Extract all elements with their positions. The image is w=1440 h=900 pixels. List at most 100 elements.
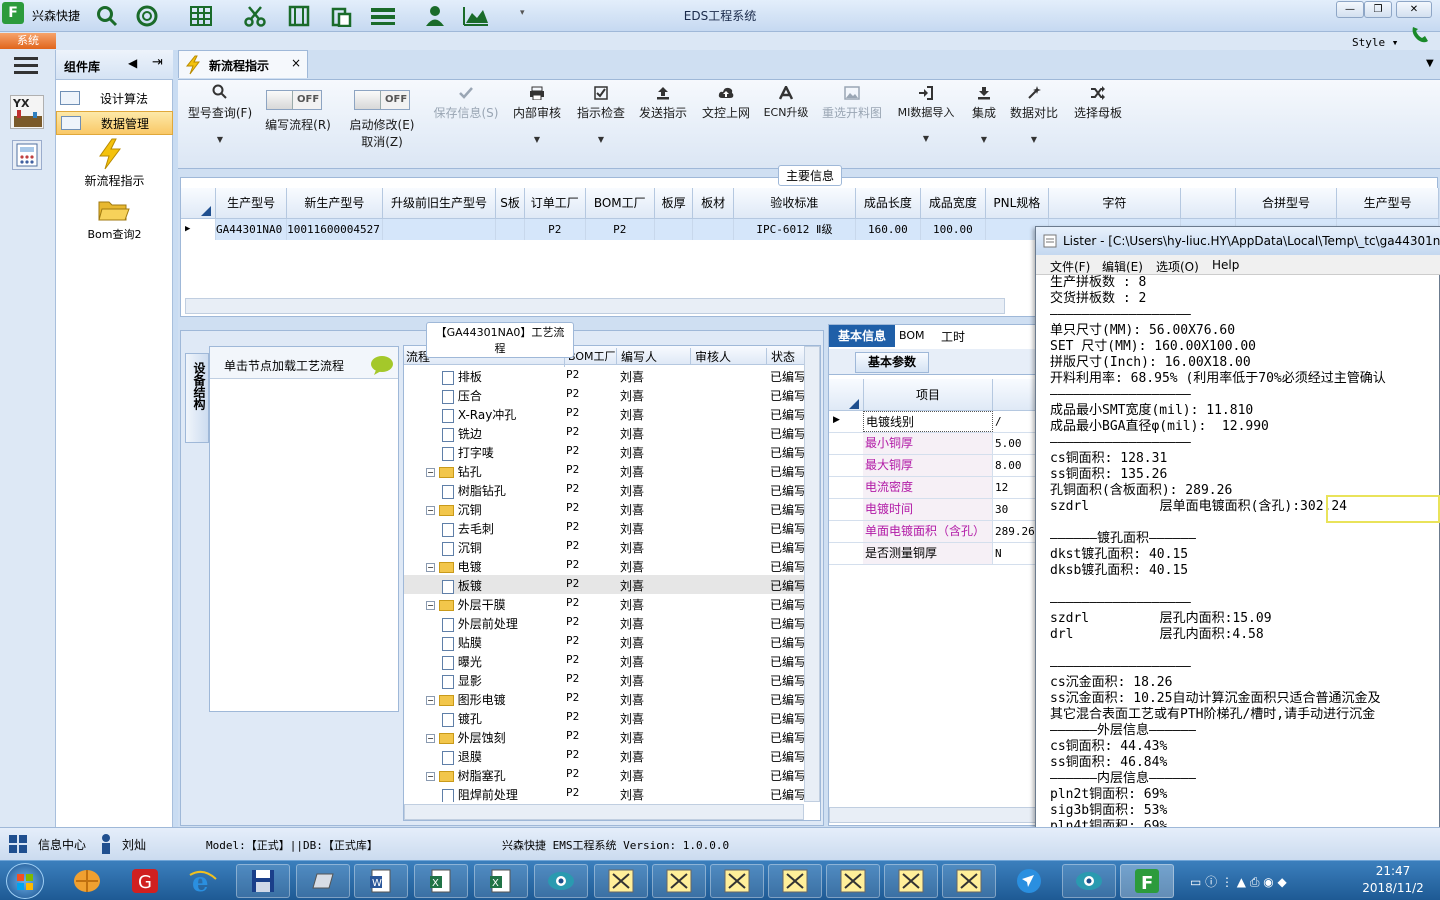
taskbar-shell-app-icon[interactable] <box>60 864 114 898</box>
tree-row[interactable]: 去毛刺 P2 刘喜 已编写 <box>404 518 806 537</box>
tree-row[interactable]: − 沉铜 P2 刘喜 已编写 <box>404 499 806 518</box>
reselect-cutting-button[interactable]: 重选开料图 <box>818 80 886 170</box>
tree-row[interactable]: − 外层蚀刻 P2 刘喜 已编写 <box>404 727 806 746</box>
menu-options[interactable]: 选项(O) <box>1156 258 1199 275</box>
col-header[interactable]: 板材 <box>692 188 734 219</box>
tree-hscroll[interactable] <box>404 804 804 820</box>
param-row[interactable]: ▶ 电镀线别 / <box>829 411 1039 433</box>
nav-item-design-algorithm[interactable]: 设计算法 <box>56 86 173 110</box>
paste-icon[interactable] <box>328 3 354 29</box>
tree-row[interactable]: 镀孔 P2 刘喜 已编写 <box>404 708 806 727</box>
cell[interactable] <box>495 218 525 240</box>
cell[interactable]: 100.00 <box>920 218 986 240</box>
param-value[interactable]: / <box>995 411 1002 432</box>
col-header[interactable]: 新生产型号 <box>286 188 383 219</box>
send-instruction-button[interactable]: 发送指示 <box>634 80 692 170</box>
folder-open-icon[interactable] <box>98 198 130 222</box>
lister-content[interactable]: 生产拼板数 : 8 交货拼板数 : 2 —————————————————— 单只尺寸… <box>1050 275 1440 849</box>
cell[interactable]: GA44301NA0 <box>215 218 288 240</box>
tree-row[interactable]: 压合 P2 刘喜 已编写 <box>404 385 806 404</box>
param-row[interactable]: 单面电镀面积（含孔） 289.26 <box>829 521 1039 543</box>
tree-row[interactable]: 曝光 P2 刘喜 已编写 <box>404 651 806 670</box>
tree-row[interactable]: − 图形电镀 P2 刘喜 已编写 <box>404 689 806 708</box>
menu-help[interactable]: Help <box>1212 258 1239 272</box>
collapse-icon[interactable]: − <box>426 601 435 610</box>
col-header[interactable]: 订单工厂 <box>524 188 586 219</box>
param-row[interactable]: 电镀时间 30 <box>829 499 1039 521</box>
menu-edit[interactable]: 编辑(E) <box>1102 258 1143 275</box>
taskbar-window-5-icon[interactable] <box>826 864 880 898</box>
taskbar-window-3-icon[interactable] <box>710 864 764 898</box>
instruction-check-button[interactable]: 指示检查 ▼ <box>572 80 630 170</box>
param-row[interactable]: 最大铜厚 8.00 <box>829 455 1039 477</box>
taskbar-window-1-icon[interactable] <box>594 864 648 898</box>
tool-bom-query[interactable]: Bom查询2 <box>56 226 173 242</box>
data-compare-button[interactable]: 数据对比 ▼ <box>1008 80 1060 170</box>
cell[interactable] <box>654 218 694 240</box>
tab-work-hours[interactable]: 工时 <box>941 328 965 345</box>
params-hscroll[interactable] <box>829 807 1037 823</box>
col-header[interactable]: 生产型号 <box>215 188 288 219</box>
col-header[interactable]: 板厚 <box>654 188 694 219</box>
col-header[interactable]: 成品长度 <box>855 188 921 219</box>
param-value[interactable]: 30 <box>995 499 1008 520</box>
clock-date[interactable]: 2018/11/2 <box>1356 881 1430 895</box>
tool-new-flow[interactable]: 新流程指示 <box>56 172 173 189</box>
cell[interactable]: P2 <box>524 218 586 240</box>
taskbar-window-6-icon[interactable] <box>884 864 938 898</box>
tree-row[interactable]: − 电镀 P2 刘喜 已编写 <box>404 556 806 575</box>
ecn-upgrade-button[interactable]: ECN升级 <box>760 80 812 170</box>
tree-row[interactable]: 板镀 P2 刘喜 已编写 <box>404 575 806 594</box>
tree-row[interactable]: − 外层干膜 P2 刘喜 已编写 <box>404 594 806 613</box>
collapse-icon[interactable]: − <box>426 563 435 572</box>
calculator-icon[interactable] <box>12 140 42 170</box>
film-icon[interactable] <box>286 3 312 29</box>
menu-file[interactable]: 文件(F) <box>1050 258 1090 275</box>
collapse-icon[interactable]: − <box>426 696 435 705</box>
tree-row[interactable]: X-Ray冲孔 P2 刘喜 已编写 <box>404 404 806 423</box>
col-header[interactable]: 成品宽度 <box>920 188 986 219</box>
write-flow-toggle[interactable]: OFF 编写流程(R) <box>260 80 336 170</box>
taskbar-eds-app-icon[interactable]: F <box>1120 864 1174 898</box>
tree-row[interactable]: 外层前处理 P2 刘喜 已编写 <box>404 613 806 632</box>
side-tab-equipment[interactable]: 设备结构 <box>185 353 209 443</box>
close-button[interactable]: ✕ <box>1396 1 1432 18</box>
col-header[interactable]: 生产型号 <box>1336 188 1439 219</box>
taskbar-excel-icon[interactable]: X <box>414 864 468 898</box>
main-info-hscroll[interactable] <box>185 298 1005 314</box>
taskbar-word-icon[interactable]: W <box>354 864 408 898</box>
param-row[interactable]: 最小铜厚 5.00 <box>829 433 1039 455</box>
param-value[interactable]: 12 <box>995 477 1008 498</box>
taskbar-save-app-icon[interactable] <box>236 864 290 898</box>
tree-vscroll[interactable] <box>804 346 820 802</box>
tree-row[interactable]: 显影 P2 刘喜 已编写 <box>404 670 806 689</box>
internal-review-button[interactable]: 内部审核 ▼ <box>508 80 566 170</box>
col-header[interactable]: 验收标准 <box>733 188 856 219</box>
clock-time[interactable]: 21:47 <box>1358 864 1428 878</box>
col-header[interactable] <box>1180 188 1236 219</box>
col-header[interactable]: PNL规格 <box>985 188 1049 219</box>
col-header[interactable]: 状态 <box>766 348 795 365</box>
taskbar-window-7-icon[interactable] <box>942 864 996 898</box>
tab-close-icon[interactable]: × <box>291 56 301 70</box>
tree-row[interactable]: 排板 P2 刘喜 已编写 <box>404 366 806 385</box>
taskbar-eye-app-icon[interactable] <box>534 864 588 898</box>
taskbar-scanner-icon[interactable] <box>296 864 350 898</box>
taskbar-ie-icon[interactable]: e <box>176 864 230 898</box>
col-header[interactable]: BOM工厂 <box>585 188 655 219</box>
model-query-button[interactable]: 型号查询(F) ▼ <box>182 80 258 170</box>
lifebuoy-icon[interactable] <box>134 3 160 29</box>
tab-basic-params[interactable]: 基本参数 <box>855 352 929 373</box>
factory-icon[interactable]: YX <box>10 95 44 129</box>
user-icon[interactable] <box>422 3 448 29</box>
tree-row[interactable]: 退膜 P2 刘喜 已编写 <box>404 746 806 765</box>
tab-list-dropdown-icon[interactable]: ▼ <box>1426 58 1434 69</box>
tree-row[interactable]: 打字唛 P2 刘喜 已编写 <box>404 442 806 461</box>
table-icon[interactable] <box>188 3 214 29</box>
col-header[interactable]: S板 <box>495 188 525 219</box>
taskbar-excel2-icon[interactable]: X <box>474 864 528 898</box>
taskbar-g-app-icon[interactable]: G <box>118 864 172 898</box>
area-chart-icon[interactable] <box>462 3 488 29</box>
phone-icon[interactable] <box>1408 24 1432 44</box>
nav-item-data-management[interactable]: 数据管理 <box>56 111 173 135</box>
